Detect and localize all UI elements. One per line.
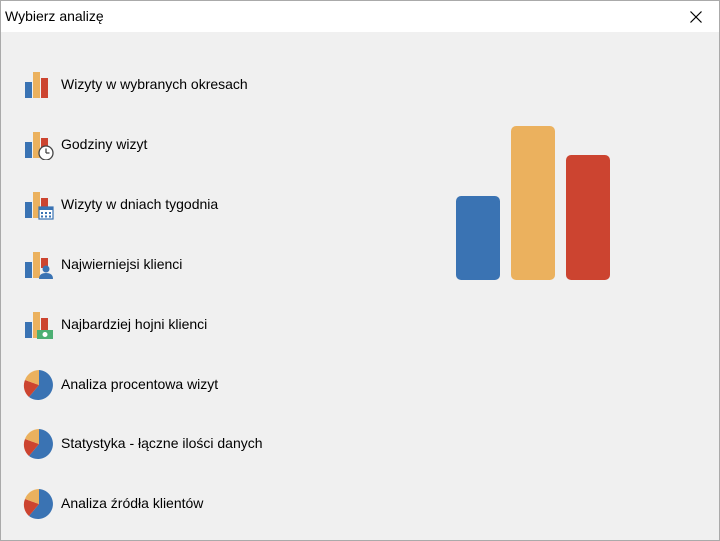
list-item-label: Wizyty w wybranych okresach [61,76,248,92]
list-item-label: Godziny wizyt [61,136,148,152]
list-item-dni-tygodnia[interactable]: Wizyty w dniach tygodnia [21,184,218,224]
pie-chart-icon [21,368,57,400]
close-icon [690,10,702,23]
list-item-label: Najbardziej hojni klienci [61,316,208,332]
list-item-zrodla-klientow[interactable]: Analiza źródła klientów [21,483,203,523]
bar-chart-illustration-icon [456,126,610,280]
pie-chart-icon [21,487,57,519]
list-item-hojni[interactable]: Najbardziej hojni klienci [21,304,207,344]
bar-chart-icon [21,68,57,100]
list-item-label: Statystyka - łączne ilości danych [61,435,263,451]
analysis-preview-illustration [441,111,641,291]
pie-chart-icon [21,427,57,459]
bar-chart-person-icon [21,248,57,280]
list-item-label: Najwierniejsi klienci [61,256,183,272]
bar-chart-calendar-icon [21,188,57,220]
list-item-label: Analiza procentowa wizyt [61,376,219,392]
list-item-statystyka[interactable]: Statystyka - łączne ilości danych [21,423,263,463]
list-item-label: Analiza źródła klientów [61,495,204,511]
bar-chart-money-icon [21,308,57,340]
list-item-najwierniejsi[interactable]: Najwierniejsi klienci [21,244,182,284]
analysis-dialog: Wybierz analizę Wizyty w wybranych okres… [0,0,720,541]
list-item-godziny[interactable]: Godziny wizyt [21,124,147,164]
bar-chart-clock-icon [21,128,57,160]
list-item-label: Wizyty w dniach tygodnia [61,196,219,212]
title-bar: Wybierz analizę [1,1,719,32]
window-title: Wybierz analizę [5,8,104,24]
list-item-wizyty-okresy[interactable]: Wizyty w wybranych okresach [21,64,248,104]
close-button[interactable] [673,1,719,32]
list-item-procentowa[interactable]: Analiza procentowa wizyt [21,364,218,404]
